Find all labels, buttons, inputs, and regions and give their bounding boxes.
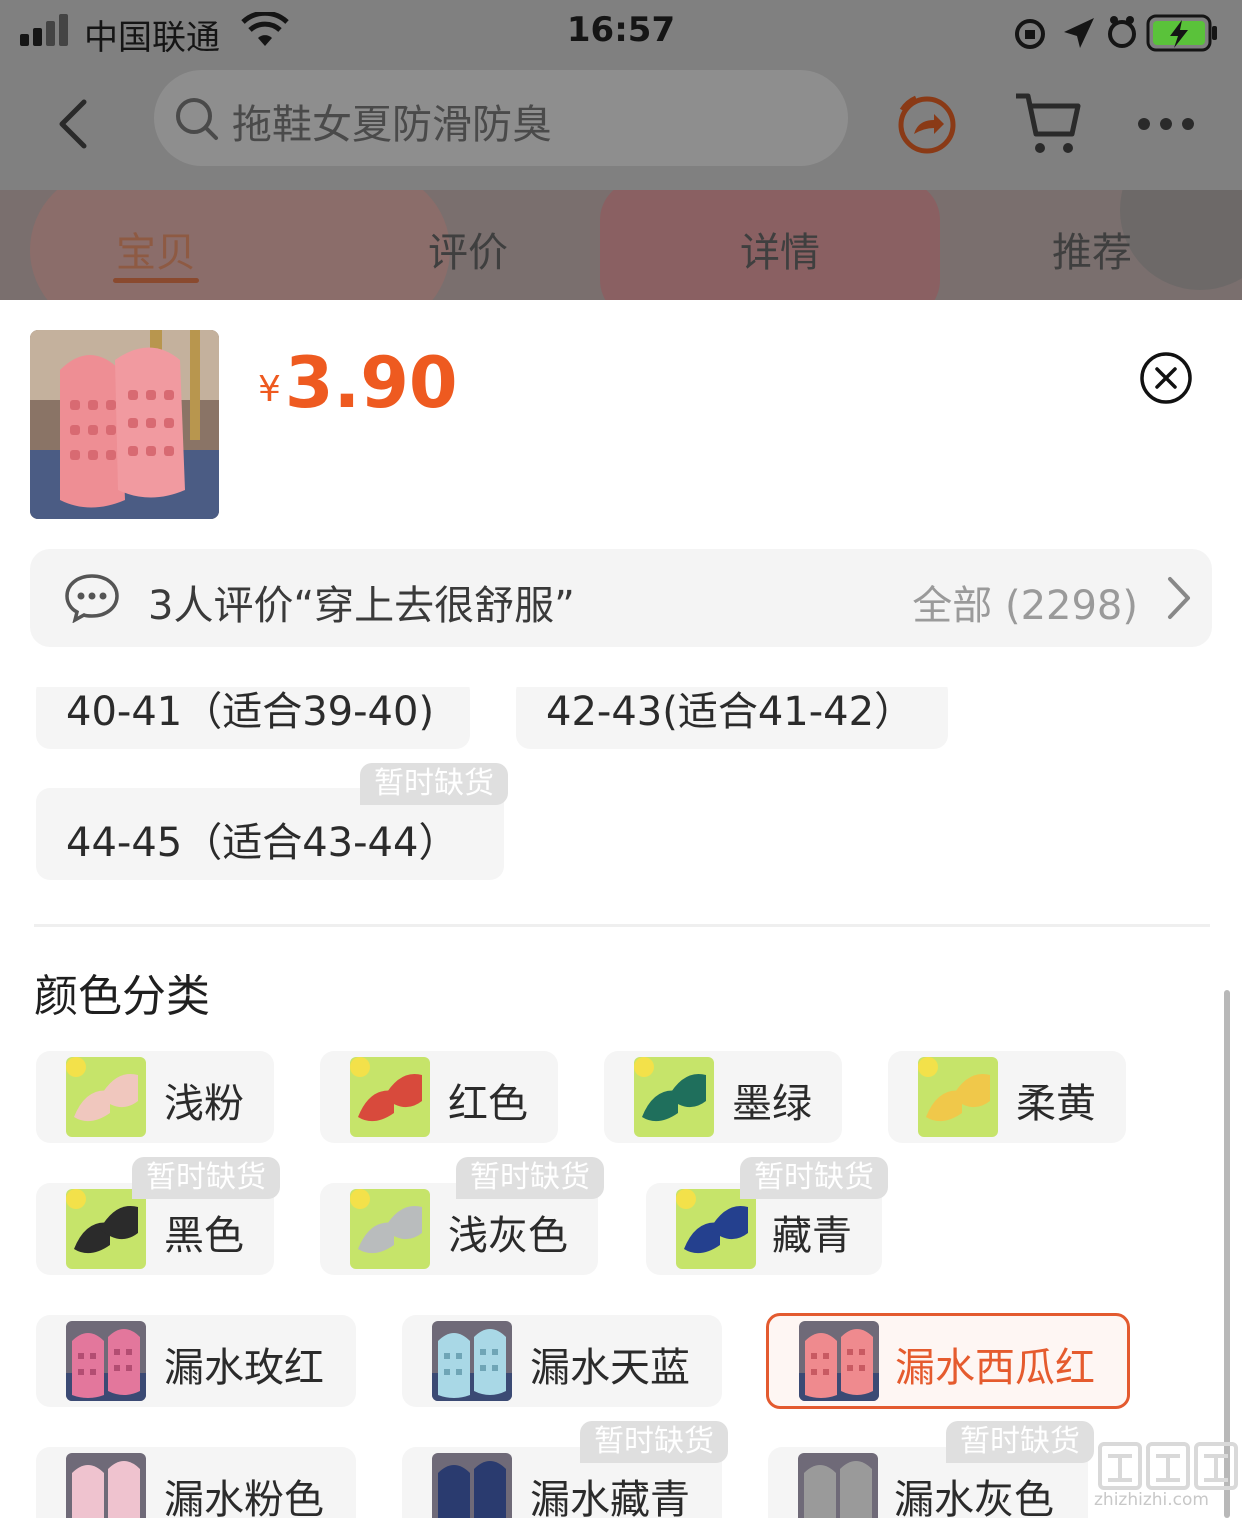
active-tab-indicator xyxy=(113,278,199,283)
color-option-label: 柔黄 xyxy=(1016,1081,1096,1127)
color-option-label: 漏水天蓝 xyxy=(530,1345,690,1391)
color-swatch-thumbnail xyxy=(918,1057,998,1137)
tab-item[interactable]: 宝贝 xyxy=(96,220,216,278)
color-swatch-thumbnail xyxy=(350,1057,430,1137)
color-swatch-thumbnail xyxy=(676,1189,756,1269)
search-bar[interactable]: 拖鞋女夏防滑防臭 xyxy=(154,70,848,166)
close-icon[interactable] xyxy=(1138,350,1194,406)
color-option-label: 红色 xyxy=(448,1081,528,1127)
tab-reviews[interactable]: 评价 xyxy=(408,220,528,278)
color-swatch-thumbnail xyxy=(799,1321,879,1401)
color-option-label: 浅粉 xyxy=(164,1081,244,1127)
color-option-label: 漏水粉色 xyxy=(164,1477,324,1518)
size-option-label: 44-45（适合43-44） xyxy=(66,820,459,866)
color-option[interactable]: 墨绿 xyxy=(604,1051,842,1143)
size-option[interactable]: 42-43(适合41-42） xyxy=(516,687,948,749)
color-swatch-thumbnail xyxy=(66,1321,146,1401)
color-option-label: 漏水灰色 xyxy=(894,1477,1054,1518)
color-swatch-thumbnail xyxy=(798,1453,878,1518)
out-of-stock-badge: 暂时缺货 xyxy=(946,1421,1094,1463)
chat-bubble-icon xyxy=(65,574,119,623)
color-option-label: 漏水玫红 xyxy=(164,1345,324,1391)
alarm-icon xyxy=(1108,16,1136,48)
color-option-label: 藏青 xyxy=(772,1213,852,1259)
out-of-stock-badge: 暂时缺货 xyxy=(740,1157,888,1199)
color-option-label: 墨绿 xyxy=(732,1081,812,1127)
more-options-icon[interactable] xyxy=(1134,102,1198,146)
color-option[interactable]: 漏水天蓝 xyxy=(402,1315,722,1407)
top-nav-bar: 拖鞋女夏防滑防臭 xyxy=(0,66,1242,186)
color-swatch-thumbnail xyxy=(66,1057,146,1137)
back-arrow-icon[interactable] xyxy=(52,98,98,150)
all-reviews-count: 全部 (2298) xyxy=(912,583,1138,629)
price-amount: 3.90 xyxy=(284,342,458,424)
status-icons xyxy=(1015,14,1217,52)
color-option-label: 黑色 xyxy=(164,1213,244,1259)
dimmed-background: 中国联通 16:57 拖鞋女夏防滑防臭 宝贝 评价 详情 推荐 xyxy=(0,0,1242,300)
size-option-label: 40-41（适合39-40) xyxy=(66,689,435,735)
product-thumbnail xyxy=(30,330,219,519)
battery-icon xyxy=(1146,14,1217,52)
color-option[interactable]: 浅粉 xyxy=(36,1051,274,1143)
tab-details[interactable]: 详情 xyxy=(720,220,840,278)
location-icon xyxy=(1064,18,1094,48)
share-icon[interactable] xyxy=(894,92,960,158)
cart-icon[interactable] xyxy=(1012,88,1082,158)
color-swatch-thumbnail xyxy=(350,1189,430,1269)
color-swatch-thumbnail xyxy=(634,1057,714,1137)
color-option-label: 漏水西瓜红 xyxy=(895,1345,1095,1391)
product-price: ¥3.90 xyxy=(258,342,458,424)
color-option[interactable]: 红色 xyxy=(320,1051,558,1143)
tab-recommend[interactable]: 推荐 xyxy=(1032,220,1152,278)
color-swatch-thumbnail xyxy=(66,1453,146,1518)
color-swatch-thumbnail xyxy=(66,1189,146,1269)
color-option[interactable]: 漏水粉色 xyxy=(36,1447,356,1518)
options-scroll-area[interactable]: 40-41（适合39-40) 42-43(适合41-42） 44-45（适合43… xyxy=(0,687,1242,1518)
out-of-stock-badge: 暂时缺货 xyxy=(580,1421,728,1463)
watermark-url: zhizhizhi.com xyxy=(1094,1490,1209,1510)
color-swatch-thumbnail xyxy=(432,1321,512,1401)
sku-selector-sheet: ¥3.90 3人评价“穿上去很舒服” 全部 (2298) 40-41（适合39-… xyxy=(0,300,1242,1518)
color-option-label: 浅灰色 xyxy=(448,1213,568,1259)
color-option[interactable]: 柔黄 xyxy=(888,1051,1126,1143)
color-option-label: 漏水藏青 xyxy=(530,1477,690,1518)
search-icon xyxy=(176,98,218,140)
chevron-right-icon xyxy=(1168,577,1190,619)
color-section-title: 颜色分类 xyxy=(34,971,210,1022)
size-option[interactable]: 40-41（适合39-40) xyxy=(36,687,470,749)
color-swatch-thumbnail xyxy=(432,1453,512,1518)
out-of-stock-badge: 暂时缺货 xyxy=(456,1157,604,1199)
orientation-lock-icon xyxy=(1015,19,1045,49)
size-option-label: 42-43(适合41-42） xyxy=(546,689,915,735)
product-tabs: 宝贝 评价 详情 推荐 xyxy=(0,190,1242,300)
section-divider xyxy=(34,924,1210,927)
review-summary-bar[interactable]: 3人评价“穿上去很舒服” 全部 (2298) xyxy=(30,549,1212,647)
currency-symbol: ¥ xyxy=(258,369,281,410)
search-placeholder: 拖鞋女夏防滑防臭 xyxy=(232,102,552,148)
status-bar: 中国联通 16:57 xyxy=(0,0,1242,66)
review-highlight-text: 3人评价“穿上去很舒服” xyxy=(148,583,575,629)
color-option-selected[interactable]: 漏水西瓜红 xyxy=(766,1313,1130,1409)
out-of-stock-badge: 暂时缺货 xyxy=(360,763,508,805)
out-of-stock-badge: 暂时缺货 xyxy=(132,1157,280,1199)
color-option[interactable]: 漏水玫红 xyxy=(36,1315,356,1407)
